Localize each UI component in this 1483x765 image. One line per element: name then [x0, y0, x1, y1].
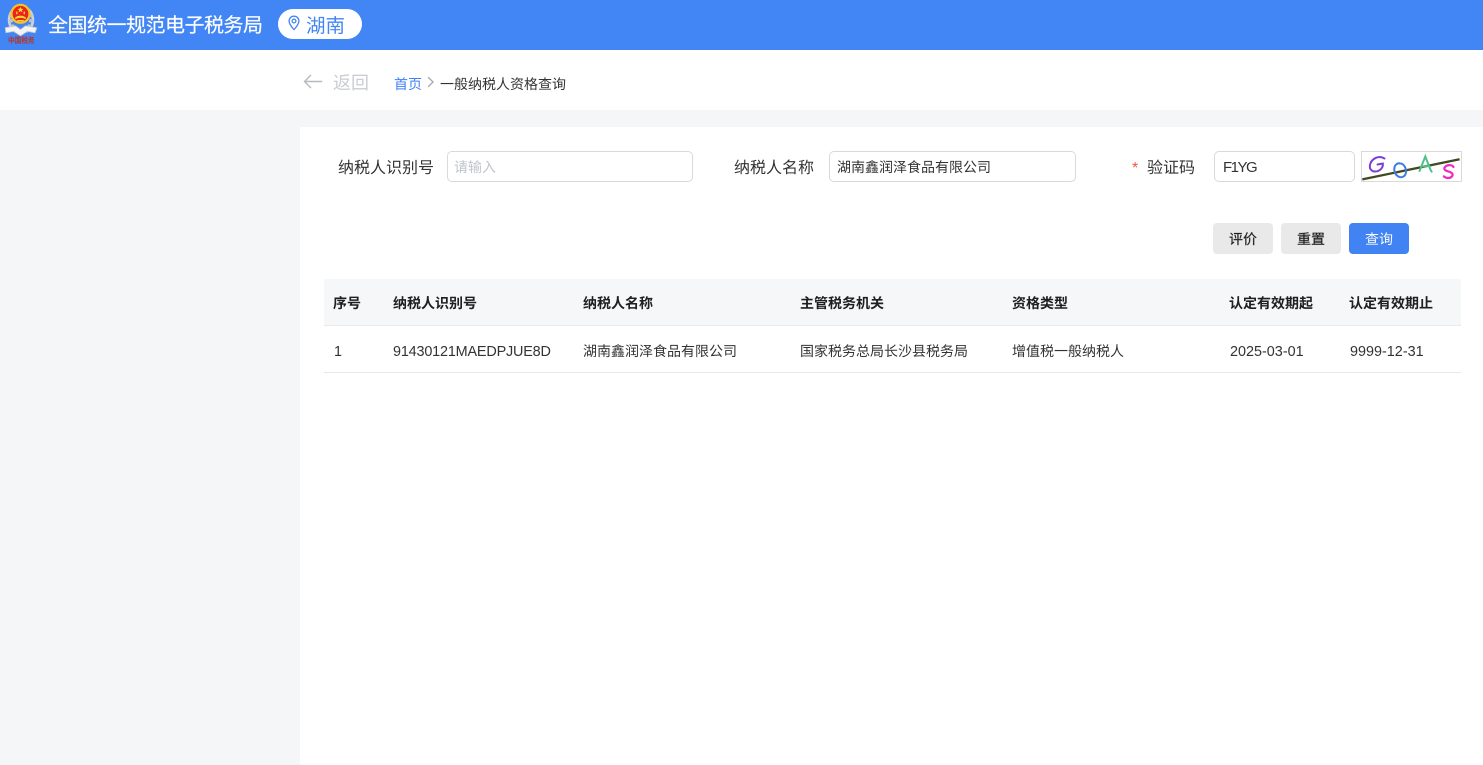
- svg-text:91430121MAEDPJUE8D: 91430121MAEDPJUE8D: [393, 344, 551, 360]
- svg-text:F1YG: F1YG: [1223, 159, 1257, 176]
- svg-text:1: 1: [334, 344, 342, 360]
- svg-text:2025-03-01: 2025-03-01: [1230, 344, 1304, 360]
- svg-text:9999-12-31: 9999-12-31: [1350, 344, 1424, 360]
- svg-text:*: *: [1132, 160, 1138, 177]
